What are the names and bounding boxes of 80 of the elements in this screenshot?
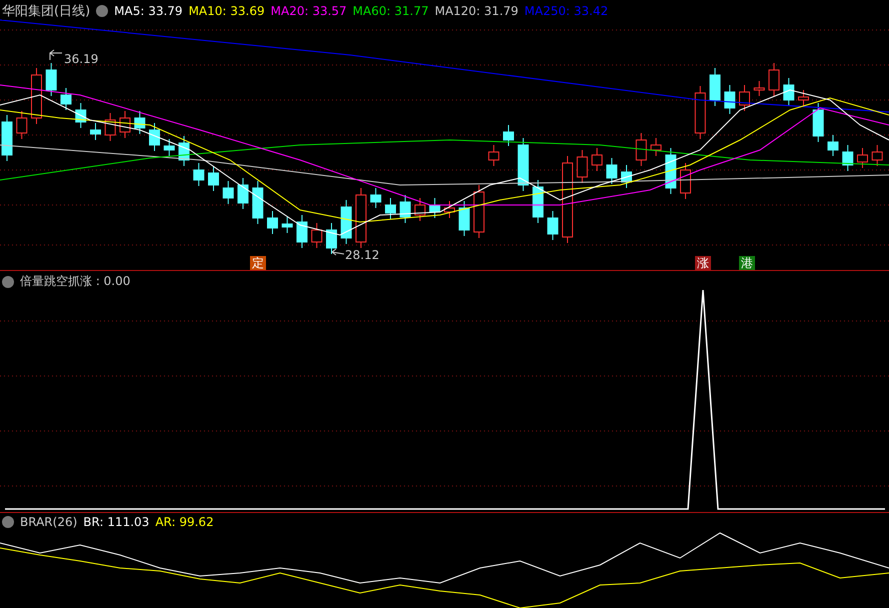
candlestick [238, 178, 248, 210]
indicator-value: MA120: 31.79 [434, 4, 518, 18]
candlestick [768, 62, 780, 96]
candlestick [680, 162, 691, 200]
candlestick [400, 194, 411, 224]
indicator-value: MA20: 33.57 [270, 4, 347, 18]
indicator-value: BR: 111.03 [83, 515, 150, 529]
high-price-label: 36.19 [64, 52, 98, 66]
candlestick [385, 198, 396, 220]
candlestick [857, 148, 868, 168]
candlestick [178, 136, 190, 166]
candlestick [267, 210, 278, 234]
low-price-label: 28.12 [345, 248, 380, 262]
candlestick [414, 198, 426, 222]
dropdown-icon[interactable] [96, 5, 108, 17]
candlestick [120, 110, 130, 138]
candlestick [474, 184, 484, 238]
indicator-value: MA10: 33.69 [188, 4, 265, 18]
dropdown-icon[interactable] [2, 516, 14, 528]
candlestick [592, 148, 602, 172]
arrow-icon [50, 50, 62, 60]
candlestick [164, 138, 175, 156]
candlestick [621, 164, 632, 188]
candlestick [252, 180, 264, 224]
candlestick [90, 122, 101, 140]
candlestick [547, 210, 558, 240]
indicator-value: AR: 99.62 [155, 515, 214, 529]
candlestick [636, 132, 647, 166]
signal-marker: 港 [739, 256, 755, 270]
candlestick [370, 188, 382, 208]
candlestick [842, 144, 854, 172]
candlestick [2, 114, 12, 162]
candlestick [812, 102, 824, 142]
candlestick [46, 62, 57, 96]
candlestick [783, 78, 794, 106]
indicator-title: 倍量跳空抓涨 : 0.00 [20, 273, 130, 290]
candlestick [518, 138, 529, 192]
candlestick [739, 84, 750, 112]
candlestick [296, 214, 308, 248]
candlestick [311, 222, 322, 248]
arrow-icon [332, 248, 344, 256]
candlestick [193, 162, 204, 186]
candlestick [134, 110, 146, 134]
indicator-value: MA5: 33.79 [114, 4, 183, 18]
signal-marker: 定 [250, 256, 266, 270]
candlestick [282, 216, 293, 234]
candlestick [532, 180, 544, 224]
candlestick [754, 80, 765, 96]
candlestick [340, 200, 352, 244]
candlestick [458, 200, 470, 236]
dropdown-icon[interactable] [2, 276, 14, 288]
indicator-value: MA60: 31.77 [352, 4, 429, 18]
candlestick [503, 124, 514, 146]
candlestick [444, 200, 455, 218]
candlestick [222, 180, 234, 204]
candlestick [694, 86, 706, 140]
candlestick [665, 148, 676, 194]
indicator-title: BRAR(26) [20, 515, 78, 529]
candlestick [60, 88, 72, 110]
candlestick [208, 166, 219, 192]
candlestick [356, 188, 366, 248]
signal-marker: 涨 [695, 256, 711, 270]
candlestick [16, 110, 28, 140]
candlestick [429, 198, 440, 218]
candlestick [576, 150, 588, 184]
candlestick [710, 68, 720, 106]
indicator-value: MA250: 33.42 [524, 4, 608, 18]
candlestick [31, 68, 42, 124]
candlestick [872, 144, 883, 166]
candlestick [724, 84, 736, 114]
candlestick [488, 144, 500, 166]
candlestick [828, 134, 838, 156]
candlestick [798, 90, 809, 106]
candlestick [650, 138, 662, 156]
candlestick [104, 112, 116, 142]
candlestick [75, 102, 86, 128]
candlestick [149, 122, 160, 152]
stock-title: 华阳集团(日线) [2, 3, 90, 20]
candlestick [326, 222, 337, 254]
candlestick [606, 158, 618, 184]
